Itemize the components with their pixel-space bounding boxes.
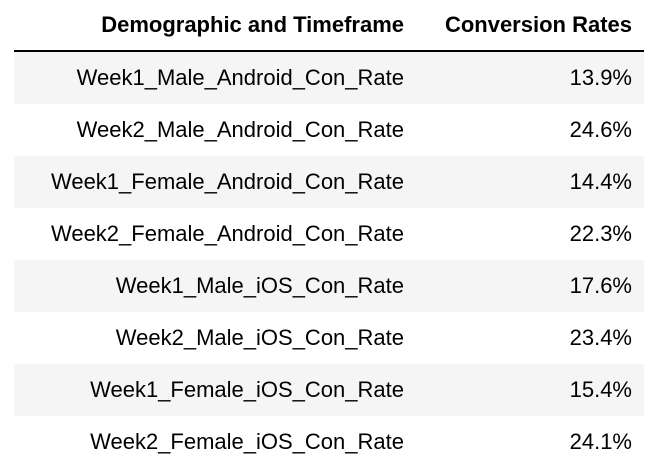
table-body: Week1_Male_Android_Con_Rate 13.9% Week2_… — [14, 51, 644, 468]
column-header-demographic: Demographic and Timeframe — [14, 0, 416, 52]
table-row: Week2_Female_Android_Con_Rate 22.3% — [14, 208, 644, 260]
column-header-conversion-rates: Conversion Rates — [416, 0, 644, 52]
demographic-cell: Week2_Male_Android_Con_Rate — [76, 117, 404, 142]
demographic-cell: Week1_Male_Android_Con_Rate — [14, 51, 416, 104]
table-row: Week2_Male_Android_Con_Rate 24.6% — [14, 104, 644, 156]
table-row: Week2_Female_iOS_Con_Rate 24.1% — [14, 416, 644, 468]
table-header: Demographic and Timeframe Conversion Rat… — [14, 0, 644, 52]
demographic-cell: Week1_Female_Android_Con_Rate — [14, 156, 416, 208]
conversion-rate-cell: 23.4% — [569, 325, 632, 350]
table-row: Week1_Female_Android_Con_Rate 14.4% — [14, 156, 644, 208]
conversion-rates-table-container: Demographic and Timeframe Conversion Rat… — [14, 0, 644, 468]
demographic-cell: Week2_Female_iOS_Con_Rate — [90, 429, 404, 454]
header-row: Demographic and Timeframe Conversion Rat… — [14, 0, 644, 52]
conversion-rate-cell: 24.1% — [569, 429, 632, 454]
demographic-cell: Week2_Male_iOS_Con_Rate — [115, 325, 404, 350]
demographic-cell: Week1_Female_iOS_Con_Rate — [14, 364, 416, 416]
conversion-rate-cell: 17.6% — [416, 260, 644, 312]
table-row: Week1_Female_iOS_Con_Rate 15.4% — [14, 364, 644, 416]
table-row: Week1_Male_iOS_Con_Rate 17.6% — [14, 260, 644, 312]
table-row: Week1_Male_Android_Con_Rate 13.9% — [14, 51, 644, 104]
table-row: Week2_Male_iOS_Con_Rate 23.4% — [14, 312, 644, 364]
conversion-rate-cell: 15.4% — [416, 364, 644, 416]
conversion-rates-table: Demographic and Timeframe Conversion Rat… — [14, 0, 644, 468]
conversion-rate-cell: 14.4% — [416, 156, 644, 208]
conversion-rate-cell: 22.3% — [569, 221, 632, 246]
conversion-rate-cell: 13.9% — [416, 51, 644, 104]
conversion-rate-cell: 24.6% — [569, 117, 632, 142]
demographic-cell: Week2_Female_Android_Con_Rate — [50, 221, 404, 246]
demographic-cell: Week1_Male_iOS_Con_Rate — [14, 260, 416, 312]
